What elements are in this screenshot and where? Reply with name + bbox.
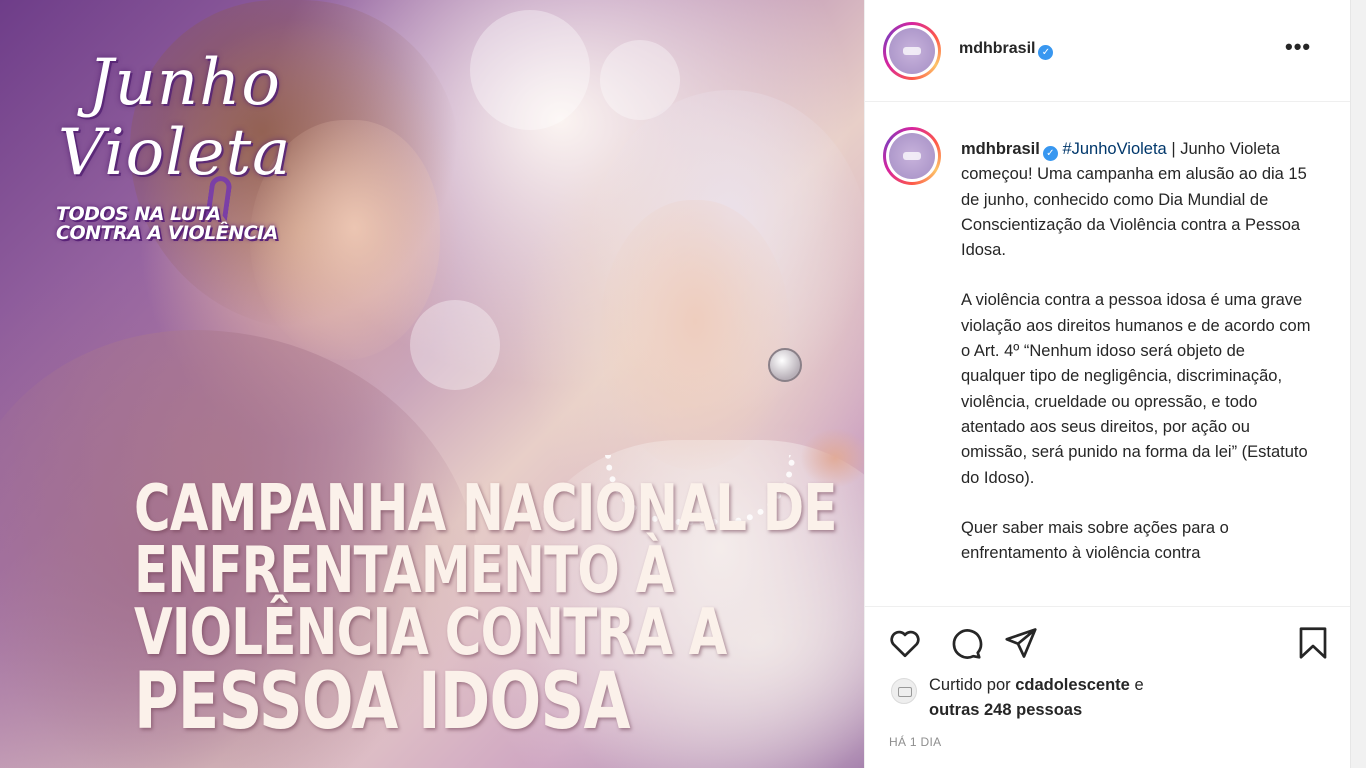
hashtag-link[interactable]: #JunhoVioleta <box>1062 140 1166 158</box>
caption-username-link[interactable]: mdhbrasil <box>961 140 1040 158</box>
caption-area: mdhbrasil ✓ #JunhoVioleta | Junho Violeta… <box>865 103 1351 606</box>
bookmark-icon[interactable] <box>1295 625 1331 661</box>
headline-line2: ENFRENTAMENTO À <box>134 534 674 608</box>
heart-icon[interactable] <box>887 625 923 661</box>
liker-avatar[interactable] <box>891 678 917 704</box>
post-image[interactable]: Junho Violeta TODOS NA LUTA CONTRA A VIO… <box>0 0 864 768</box>
verified-badge-icon: ✓ <box>1042 146 1058 161</box>
campaign-tagline: TODOS NA LUTA CONTRA A VIOLÊNCIA <box>56 205 356 243</box>
earring <box>768 348 802 382</box>
header-username-row: mdhbrasil ✓ <box>959 40 1054 60</box>
campaign-title-line2: Violeta <box>58 116 292 190</box>
share-icon[interactable] <box>1003 625 1039 661</box>
campaign-headline: CAMPANHA NACIONAL DE ENFRENTAMENTO À VIO… <box>134 472 838 747</box>
header-username-link[interactable]: mdhbrasil <box>959 40 1035 57</box>
avatar-image <box>889 133 935 179</box>
post-panel: mdhbrasil ✓ ••• mdhbrasil ✓ #JunhoVioleta … <box>864 0 1351 768</box>
post-caption: mdhbrasil ✓ #JunhoVioleta | Junho Violeta… <box>961 137 1311 591</box>
post-actions: Curtido por cdadolescente e outras 248 p… <box>865 606 1351 768</box>
post-timestamp[interactable]: HÁ 1 DIA <box>889 735 941 749</box>
bokeh-light <box>410 300 500 390</box>
caption-paragraph-2: A violência contra a pessoa idosa é uma … <box>961 291 1311 487</box>
caption-paragraph-1: mdhbrasil ✓ #JunhoVioleta | Junho Violeta… <box>961 137 1311 263</box>
post-header: mdhbrasil ✓ ••• <box>865 0 1351 102</box>
tagline-line2: CONTRA A VIOLÊNCIA <box>56 222 278 244</box>
headline-line4: PESSOA IDOSA <box>134 657 631 747</box>
campaign-title-line1: Junho <box>88 46 281 120</box>
bokeh-light <box>470 10 590 130</box>
others-likes-link[interactable]: outras 248 pessoas <box>929 701 1082 719</box>
scrollbar[interactable] <box>1350 0 1366 768</box>
elderly-woman-face <box>600 200 790 470</box>
likes-text: Curtido por cdadolescente e outras 248 p… <box>929 673 1329 723</box>
liker-username-link[interactable]: cdadolescente <box>1015 676 1130 694</box>
more-options-icon[interactable]: ••• <box>1285 34 1311 60</box>
campaign-logo: Junho Violeta <box>58 46 378 222</box>
profile-avatar[interactable] <box>883 22 941 80</box>
likes-middle: e <box>1129 676 1144 694</box>
comment-icon[interactable] <box>947 625 983 661</box>
headline-line1: CAMPANHA NACIONAL DE <box>134 472 838 546</box>
caption-avatar[interactable] <box>883 127 941 185</box>
likes-prefix: Curtido por <box>929 676 1016 694</box>
caption-paragraph-3: Quer saber mais sobre ações para o enfre… <box>961 518 1229 563</box>
avatar-image <box>889 28 935 74</box>
verified-badge-icon: ✓ <box>1038 45 1054 60</box>
headline-line3: VIOLÊNCIA CONTRA A <box>134 596 727 670</box>
